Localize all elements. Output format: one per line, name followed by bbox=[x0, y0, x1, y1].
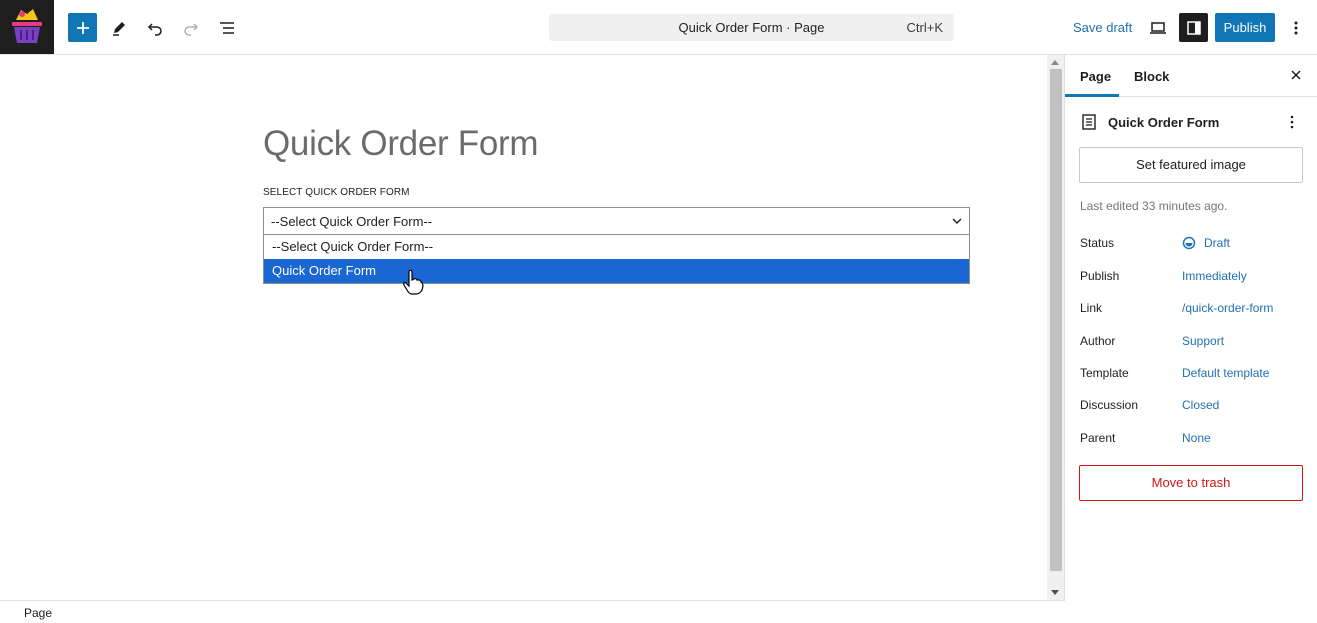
editor-canvas[interactable]: Quick Order Form SELECT QUICK ORDER FORM… bbox=[0, 55, 1047, 600]
field-label: SELECT QUICK ORDER FORM bbox=[263, 187, 410, 198]
tab-page[interactable]: Page bbox=[1080, 69, 1111, 84]
canvas-scrollbar[interactable] bbox=[1047, 55, 1065, 600]
meta-label-link: Link bbox=[1080, 301, 1103, 315]
set-featured-image-button[interactable]: Set featured image bbox=[1079, 147, 1303, 183]
document-title: Quick Order Form · Page bbox=[678, 20, 825, 35]
quick-order-form-select[interactable]: --Select Quick Order Form-- bbox=[263, 207, 970, 235]
settings-sidebar-toggle[interactable] bbox=[1179, 13, 1208, 42]
active-tab-indicator bbox=[1065, 94, 1119, 97]
last-edited-text: Last edited 33 minutes ago. bbox=[1080, 199, 1228, 213]
meta-value-author[interactable]: Support bbox=[1182, 334, 1224, 348]
basket-logo-icon bbox=[12, 9, 42, 43]
redo-button[interactable] bbox=[176, 13, 205, 42]
settings-sidebar: Page Block Quick Order Form Set featured… bbox=[1065, 55, 1317, 623]
tab-block[interactable]: Block bbox=[1134, 69, 1169, 84]
document-summary-title: Quick Order Form bbox=[1108, 115, 1220, 130]
meta-value-link[interactable]: /quick-order-form bbox=[1182, 301, 1273, 315]
hand-pointer-cursor-icon bbox=[403, 269, 424, 295]
meta-label-template: Template bbox=[1080, 366, 1129, 380]
block-inserter-button[interactable] bbox=[68, 13, 97, 42]
editor-header: Quick Order Form · Page Ctrl+K Save draf… bbox=[0, 0, 1317, 55]
select-current-value: --Select Quick Order Form-- bbox=[271, 214, 433, 229]
select-option-highlighted[interactable]: Quick Order Form bbox=[264, 259, 969, 283]
sidebar-toggle-icon bbox=[1186, 20, 1201, 35]
meta-label-author: Author bbox=[1080, 334, 1116, 348]
keyboard-shortcut: Ctrl+K bbox=[906, 20, 943, 35]
draft-status-icon bbox=[1182, 236, 1196, 250]
meta-label-status: Status bbox=[1080, 236, 1115, 250]
list-view-icon bbox=[219, 21, 234, 34]
close-icon[interactable] bbox=[1289, 68, 1303, 82]
select-options-list: --Select Quick Order Form-- Quick Order … bbox=[263, 235, 970, 284]
scroll-up-arrow-icon[interactable] bbox=[1051, 60, 1059, 65]
publish-button[interactable]: Publish bbox=[1215, 13, 1275, 42]
chevron-down-icon bbox=[952, 218, 962, 224]
command-palette-bar[interactable]: Quick Order Form · Page Ctrl+K bbox=[549, 14, 954, 41]
list-view-button[interactable] bbox=[212, 13, 241, 42]
page-title[interactable]: Quick Order Form bbox=[263, 124, 539, 164]
document-summary: Quick Order Form bbox=[1080, 113, 1306, 131]
undo-icon bbox=[147, 22, 162, 36]
meta-label-parent: Parent bbox=[1080, 431, 1116, 445]
scroll-down-arrow-icon[interactable] bbox=[1051, 590, 1059, 595]
page-icon bbox=[1082, 114, 1096, 130]
pen-icon bbox=[112, 21, 125, 36]
editor-footer: Page bbox=[0, 600, 1065, 623]
meta-value-status[interactable]: Draft bbox=[1204, 236, 1230, 250]
site-logo[interactable] bbox=[0, 0, 54, 54]
meta-label-discussion: Discussion bbox=[1080, 398, 1139, 412]
meta-label-publish: Publish bbox=[1080, 269, 1120, 283]
meta-value-discussion[interactable]: Closed bbox=[1182, 398, 1219, 412]
tools-button[interactable] bbox=[104, 13, 133, 42]
select-option[interactable]: --Select Quick Order Form-- bbox=[264, 235, 969, 259]
breadcrumb[interactable]: Page bbox=[24, 606, 52, 620]
meta-value-publish[interactable]: Immediately bbox=[1182, 269, 1247, 283]
preview-button[interactable] bbox=[1143, 13, 1172, 42]
more-vertical-icon[interactable] bbox=[1285, 113, 1299, 131]
redo-icon bbox=[183, 22, 198, 36]
scroll-thumb[interactable] bbox=[1050, 69, 1062, 571]
undo-button[interactable] bbox=[140, 13, 169, 42]
meta-value-parent[interactable]: None bbox=[1182, 431, 1211, 445]
sidebar-tabs: Page Block bbox=[1065, 55, 1317, 97]
move-to-trash-button[interactable]: Move to trash bbox=[1079, 465, 1303, 501]
desktop-icon bbox=[1149, 21, 1166, 34]
options-button[interactable] bbox=[1281, 13, 1310, 42]
meta-value-template[interactable]: Default template bbox=[1182, 366, 1269, 380]
plus-icon bbox=[76, 21, 89, 34]
more-vertical-icon bbox=[1294, 21, 1297, 34]
save-draft-button[interactable]: Save draft bbox=[1073, 20, 1132, 35]
